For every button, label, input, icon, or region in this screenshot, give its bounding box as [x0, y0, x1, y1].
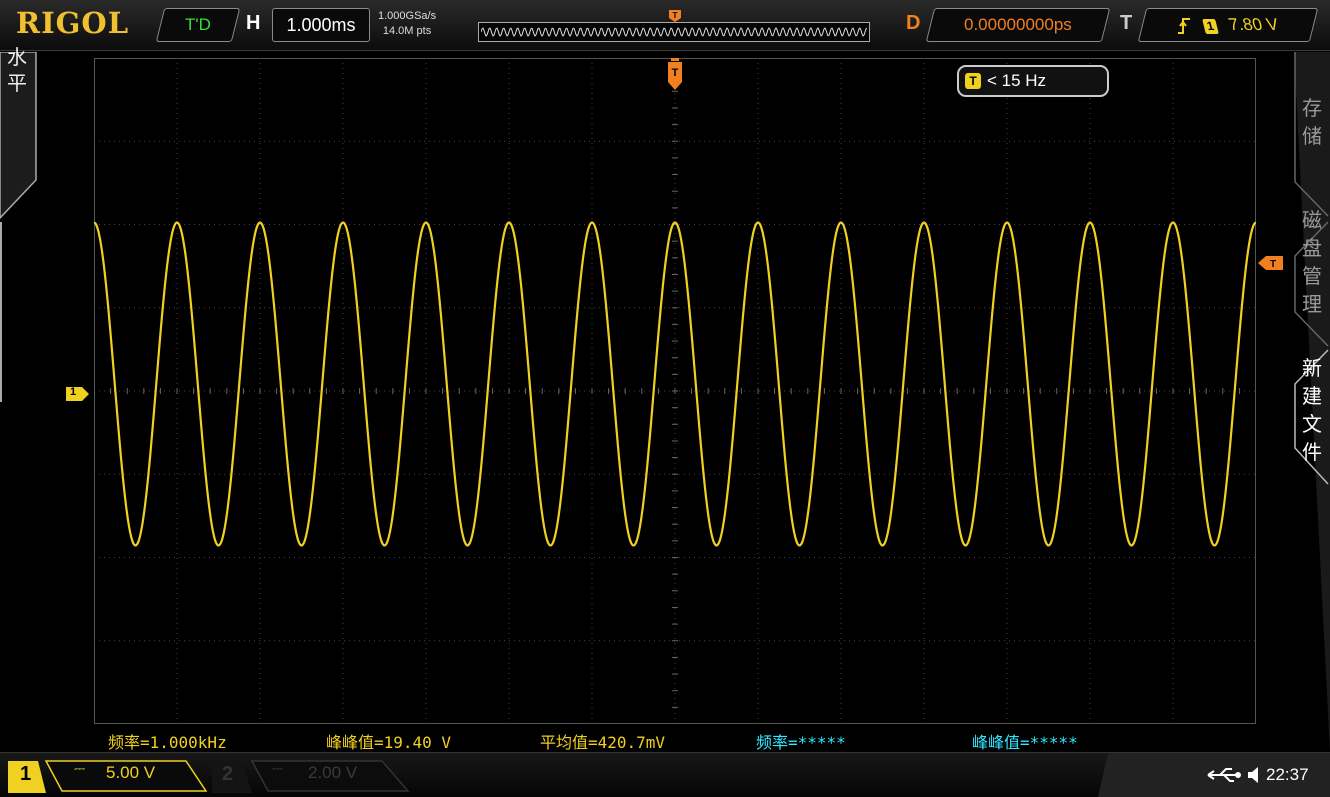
svg-text:T: T: [673, 11, 678, 20]
trigger-frequency-indicator: T < 15 Hz: [957, 65, 1109, 97]
ch1-coupling-icon: ⎓: [74, 761, 86, 777]
horizontal-menu-label: 水平: [7, 45, 27, 95]
delay-value: 0.00000000ps: [964, 15, 1072, 34]
ch1-number: 1: [20, 763, 32, 785]
left-edge-line: [0, 222, 2, 402]
trigger-level: 7.80 V: [1227, 15, 1282, 34]
delay-label: D: [906, 12, 921, 34]
ch2-scale: 2.00 V: [308, 763, 358, 782]
waveform-display[interactable]: [94, 58, 1256, 724]
run-status-text: T'D: [185, 15, 211, 34]
speaker-icon: [1248, 767, 1258, 783]
brand-logo: RIGOL: [16, 6, 130, 40]
ch2-coupling-icon: ⎓: [272, 761, 284, 777]
rising-edge-icon: [1178, 17, 1191, 34]
svg-text:T: T: [1270, 259, 1276, 270]
bottom-channel-bar: 1 ⎓ 5.00 V 2 ⎓ 2.00 V 22:37: [0, 752, 1330, 797]
sample-rate-info: 1.000GSa/s 14.0M pts: [378, 9, 436, 39]
menu-store[interactable]: 存储: [1300, 94, 1324, 150]
ch1-scale: 5.00 V: [106, 763, 156, 782]
measure-ch1-peak-to-peak[interactable]: 峰峰值=19.40 V: [326, 729, 451, 753]
horizontal-delay-display[interactable]: 0.00000000ps: [925, 8, 1111, 42]
memory-overview-wave: [481, 27, 867, 37]
ch1-offset-marker[interactable]: 1: [66, 386, 90, 406]
trigger-position-marker-icon[interactable]: T: [665, 58, 685, 96]
trigger-source-badge: 1: [1202, 19, 1219, 34]
menu-disk-manage[interactable]: 磁盘管理: [1300, 206, 1324, 318]
usb-icon: [1206, 765, 1262, 789]
trigger-badge: T: [965, 73, 981, 89]
trigger-frequency-text: < 15 Hz: [987, 71, 1047, 90]
measure-ch2-peak-to-peak[interactable]: 峰峰值=*****: [972, 729, 1078, 753]
measure-ch1-frequency[interactable]: 频率=1.000kHz: [108, 729, 227, 753]
svg-text:T: T: [672, 67, 679, 79]
ch2-number: 2: [222, 763, 234, 785]
horizontal-label: H: [246, 12, 261, 34]
trigger-info: 1 7.80 V: [1177, 15, 1282, 35]
menu-new-file[interactable]: 新建文件: [1300, 354, 1324, 466]
measure-ch1-mean[interactable]: 平均值=420.7mV: [540, 729, 665, 753]
trigger-label: T: [1120, 12, 1133, 34]
memory-waveform-overview[interactable]: [478, 22, 870, 42]
top-status-bar: RIGOL T'D H 1.000ms 1.000GSa/s 14.0M pts…: [0, 0, 1330, 51]
timebase-display[interactable]: 1.000ms: [272, 8, 370, 42]
grid-lines: [94, 58, 1256, 724]
ch1-marker-label: 1: [70, 386, 77, 398]
trigger-level-marker-icon[interactable]: T: [1258, 255, 1284, 275]
system-clock: 22:37: [1266, 765, 1309, 784]
trigger-settings-display[interactable]: 1 7.80 V: [1137, 8, 1319, 42]
measure-ch2-frequency[interactable]: 频率=*****: [756, 729, 846, 753]
run-status-indicator[interactable]: T'D: [155, 8, 241, 42]
sample-rate: 1.000GSa/s: [378, 10, 437, 22]
memory-depth: 14.0M pts: [382, 25, 432, 37]
